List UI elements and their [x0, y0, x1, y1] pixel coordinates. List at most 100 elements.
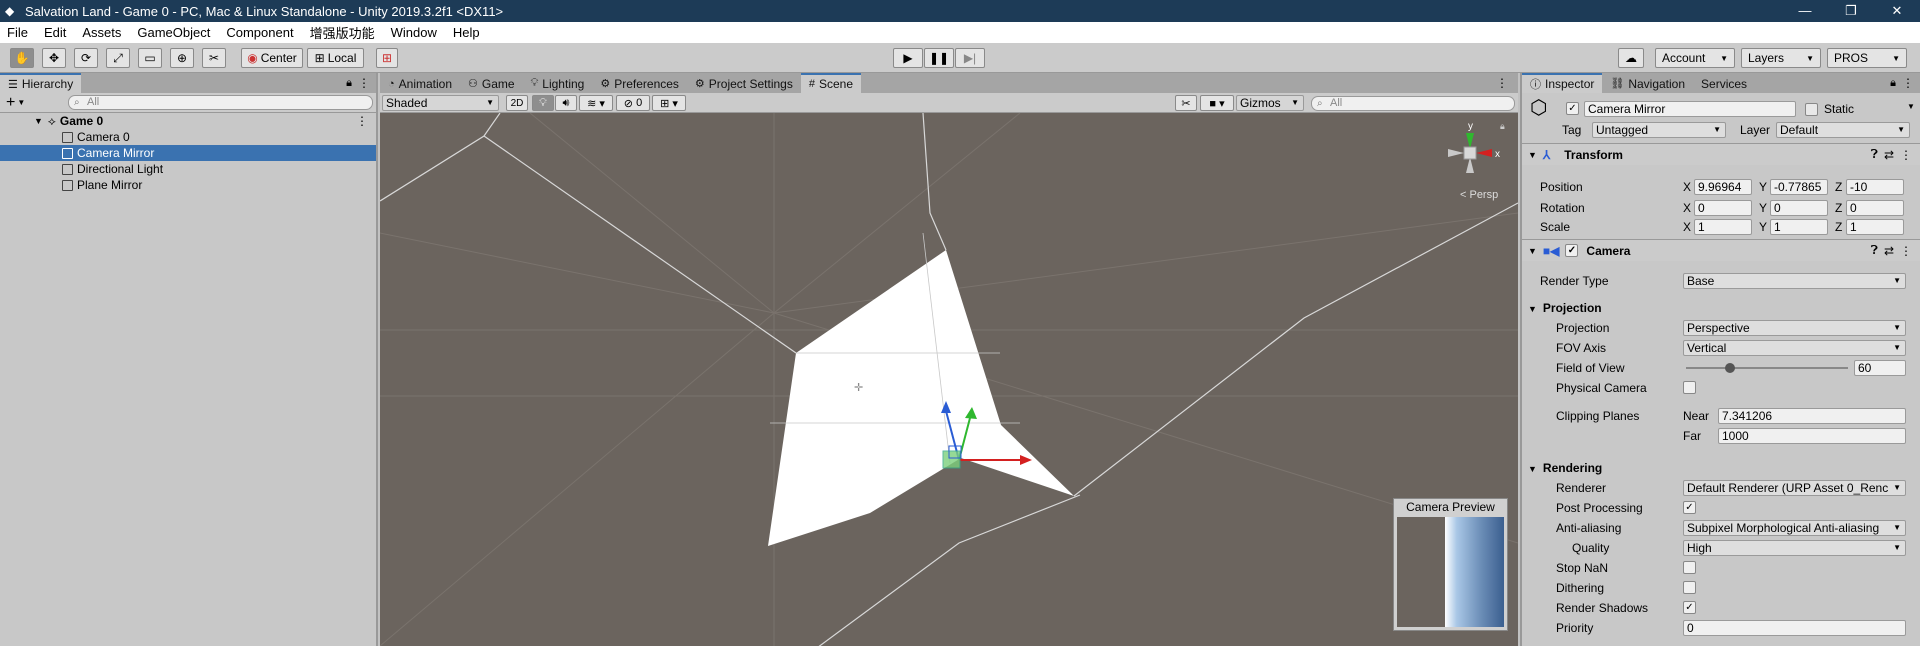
fov-field[interactable]: 60 [1854, 360, 1906, 376]
audio-toggle-icon[interactable]: 🔊︎ [555, 95, 577, 111]
collapse-arrow-icon[interactable]: ▼ [1528, 304, 1537, 314]
pivot-local-button[interactable]: ⊞ Local [307, 48, 364, 68]
add-dropdown-icon[interactable]: ▼ [17, 98, 25, 107]
play-button[interactable]: ▶ [893, 48, 923, 68]
scene-menu-icon[interactable]: ⋮ [356, 114, 368, 128]
tab-inspector[interactable]: ⓘ Inspector [1522, 73, 1603, 93]
quality-dropdown[interactable]: High ▼ [1683, 540, 1906, 556]
menu-gameobject[interactable]: GameObject [129, 25, 218, 40]
static-dropdown-icon[interactable]: ▼ [1907, 102, 1915, 111]
anti-aliasing-dropdown[interactable]: Subpixel Morphological Anti-aliasing ▼ [1683, 520, 1906, 536]
position-y-field[interactable]: -0.77865 [1770, 179, 1828, 195]
fov-axis-dropdown[interactable]: Vertical ▼ [1683, 340, 1906, 356]
render-shadows-checkbox[interactable]: ✓ [1683, 601, 1696, 614]
tab-game[interactable]: ⚇ Game [460, 74, 523, 93]
axis-y-label[interactable]: Y [1759, 220, 1767, 234]
collapse-arrow-icon[interactable]: ▼ [1528, 246, 1537, 256]
hierarchy-item-camera-mirror[interactable]: Camera Mirror [0, 145, 376, 161]
tab-preferences[interactable]: ⚙ Preferences [592, 74, 687, 93]
lighting-toggle-icon[interactable]: 💡︎ [532, 95, 554, 111]
axis-x-label[interactable]: X [1683, 180, 1691, 194]
rotate-tool-icon[interactable]: ⟳ [74, 48, 98, 68]
render-type-dropdown[interactable]: Base ▼ [1683, 273, 1906, 289]
dithering-checkbox[interactable] [1683, 581, 1696, 594]
scale-y-field[interactable]: 1 [1770, 219, 1828, 235]
pivot-center-button[interactable]: ◉ Center [241, 48, 303, 68]
hierarchy-item-plane-mirror[interactable]: Plane Mirror [0, 177, 376, 193]
minimize-button[interactable]: — [1782, 3, 1828, 19]
axis-x-label[interactable]: X [1683, 220, 1691, 234]
layers-dropdown[interactable]: Layers ▼ [1741, 48, 1821, 68]
post-processing-checkbox[interactable]: ✓ [1683, 501, 1696, 514]
scale-z-field[interactable]: 1 [1846, 219, 1904, 235]
projection-section[interactable]: ▼ Projection [1528, 301, 1602, 315]
menu-component[interactable]: Component [218, 25, 301, 40]
tools-icon[interactable]: ✂ [1175, 95, 1197, 111]
collapse-arrow-icon[interactable]: ▼ [1528, 464, 1537, 474]
hierarchy-item-directional-light[interactable]: Directional Light [0, 161, 376, 177]
perspective-label[interactable]: < Persp [1460, 189, 1498, 201]
2d-toggle[interactable]: 2D [506, 95, 528, 111]
gizmo-lock-icon[interactable]: 🔒︎ [1500, 121, 1505, 131]
rotation-z-field[interactable]: 0 [1846, 200, 1904, 216]
menu-enhanced[interactable]: 增强版功能 [302, 23, 383, 42]
help-icon[interactable]: ❓︎ [1871, 243, 1878, 258]
axis-z-label[interactable]: Z [1835, 180, 1842, 194]
preset-icon[interactable]: ⇄ [1884, 148, 1894, 162]
position-z-field[interactable]: -10 [1846, 179, 1904, 195]
effects-toggle-icon[interactable]: ≋ ▾ [579, 95, 613, 111]
axis-y-label[interactable]: Y [1759, 180, 1767, 194]
camera-enabled-checkbox[interactable]: ✓ [1565, 244, 1579, 257]
far-field[interactable]: 1000 [1718, 428, 1906, 444]
grid-toggle-icon[interactable]: ⊞ ▾ [652, 95, 686, 111]
lock-icon[interactable]: 🔒︎ [1890, 77, 1896, 90]
tab-lighting[interactable]: 💡︎ Lighting [523, 74, 593, 93]
camera-settings-icon[interactable]: ■ ▾ [1200, 95, 1234, 111]
tab-navigation[interactable]: ⛓ Navigation [1602, 74, 1693, 93]
account-dropdown[interactable]: Account ▼ [1655, 48, 1735, 68]
menu-help[interactable]: Help [445, 25, 488, 40]
physical-camera-checkbox[interactable] [1683, 381, 1696, 394]
axis-z-label[interactable]: Z [1835, 220, 1842, 234]
position-x-field[interactable]: 9.96964 [1694, 179, 1752, 195]
restore-button[interactable]: ❐ [1828, 3, 1874, 19]
transform-header[interactable]: ▼ ⅄ Transform ❓︎ ⇄ ⋮ [1522, 143, 1920, 165]
fov-slider-thumb[interactable] [1724, 363, 1735, 373]
lock-icon[interactable]: 🔒︎ [346, 77, 352, 90]
menu-window[interactable]: Window [383, 25, 445, 40]
rect-tool-icon[interactable]: ▭ [138, 48, 162, 68]
cloud-icon[interactable]: ☁ [1618, 48, 1644, 68]
orientation-gizmo[interactable]: y x 🔒︎ < Persp [1440, 119, 1510, 209]
expand-arrow-icon[interactable]: ▼ [34, 116, 43, 126]
scene-viewport[interactable]: ✛ y x 🔒︎ < Persp Camera Preview [380, 113, 1518, 646]
scene-canvas[interactable]: ✛ [380, 113, 1518, 646]
rotation-y-field[interactable]: 0 [1770, 200, 1828, 216]
tab-project-settings[interactable]: ⚙ Project Settings [687, 74, 801, 93]
custom-tool-icon[interactable]: ✂ [202, 48, 226, 68]
panel-menu-icon[interactable]: ⋮ [358, 76, 370, 90]
help-icon[interactable]: ❓︎ [1871, 147, 1878, 162]
preset-icon[interactable]: ⇄ [1884, 244, 1894, 258]
layer-dropdown[interactable]: Default ▼ [1776, 122, 1910, 138]
rotation-x-field[interactable]: 0 [1694, 200, 1752, 216]
axis-z-label[interactable]: Z [1835, 201, 1842, 215]
collapse-arrow-icon[interactable]: ▼ [1528, 150, 1537, 160]
shading-mode-dropdown[interactable]: Shaded ▼ [382, 95, 499, 111]
scene-search-input[interactable]: ⌕ All [1311, 96, 1515, 111]
tab-animation[interactable]: ◔ Animation [380, 74, 460, 93]
object-name-field[interactable]: Camera Mirror [1584, 101, 1796, 117]
scale-tool-icon[interactable]: ⤢ [106, 48, 130, 68]
step-button[interactable]: ▶| [955, 48, 985, 68]
tag-dropdown[interactable]: Untagged ▼ [1592, 122, 1726, 138]
rendering-section[interactable]: ▼ Rendering [1528, 461, 1602, 475]
move-tool-icon[interactable]: ✥ [42, 48, 66, 68]
axis-x-label[interactable]: X [1683, 201, 1691, 215]
tab-services[interactable]: Services [1693, 74, 1755, 93]
hierarchy-item-camera-0[interactable]: Camera 0 [0, 129, 376, 145]
renderer-dropdown[interactable]: Default Renderer (URP Asset 0_Renc ▼ [1683, 480, 1906, 496]
fov-slider-track[interactable] [1686, 363, 1848, 373]
hidden-objects-toggle[interactable]: ⊘ 0 [616, 95, 650, 111]
panel-menu-icon[interactable]: ⋮ [1902, 76, 1914, 90]
component-menu-icon[interactable]: ⋮ [1900, 244, 1912, 258]
snap-icon[interactable]: ⊞ [376, 48, 398, 68]
